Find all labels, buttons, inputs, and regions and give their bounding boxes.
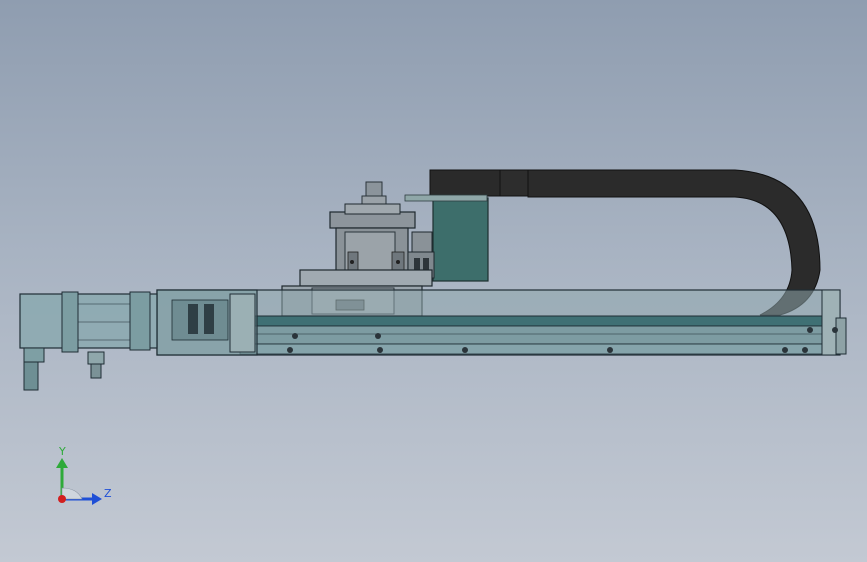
coordinate-triad: Y Z xyxy=(56,445,112,505)
servo-motor[interactable] xyxy=(19,291,158,391)
y-axis-label: Y xyxy=(58,445,66,458)
x-axis-dot xyxy=(58,495,66,503)
upper-housing[interactable] xyxy=(329,203,416,281)
z-axis-label: Z xyxy=(104,487,112,500)
assembly-model[interactable]: Y Z xyxy=(0,0,867,562)
coupling-box[interactable] xyxy=(156,289,258,356)
vertical-shaft[interactable] xyxy=(361,181,387,205)
linear-rail-profile[interactable] xyxy=(156,289,847,356)
cad-viewport[interactable]: Y Z xyxy=(0,0,867,562)
